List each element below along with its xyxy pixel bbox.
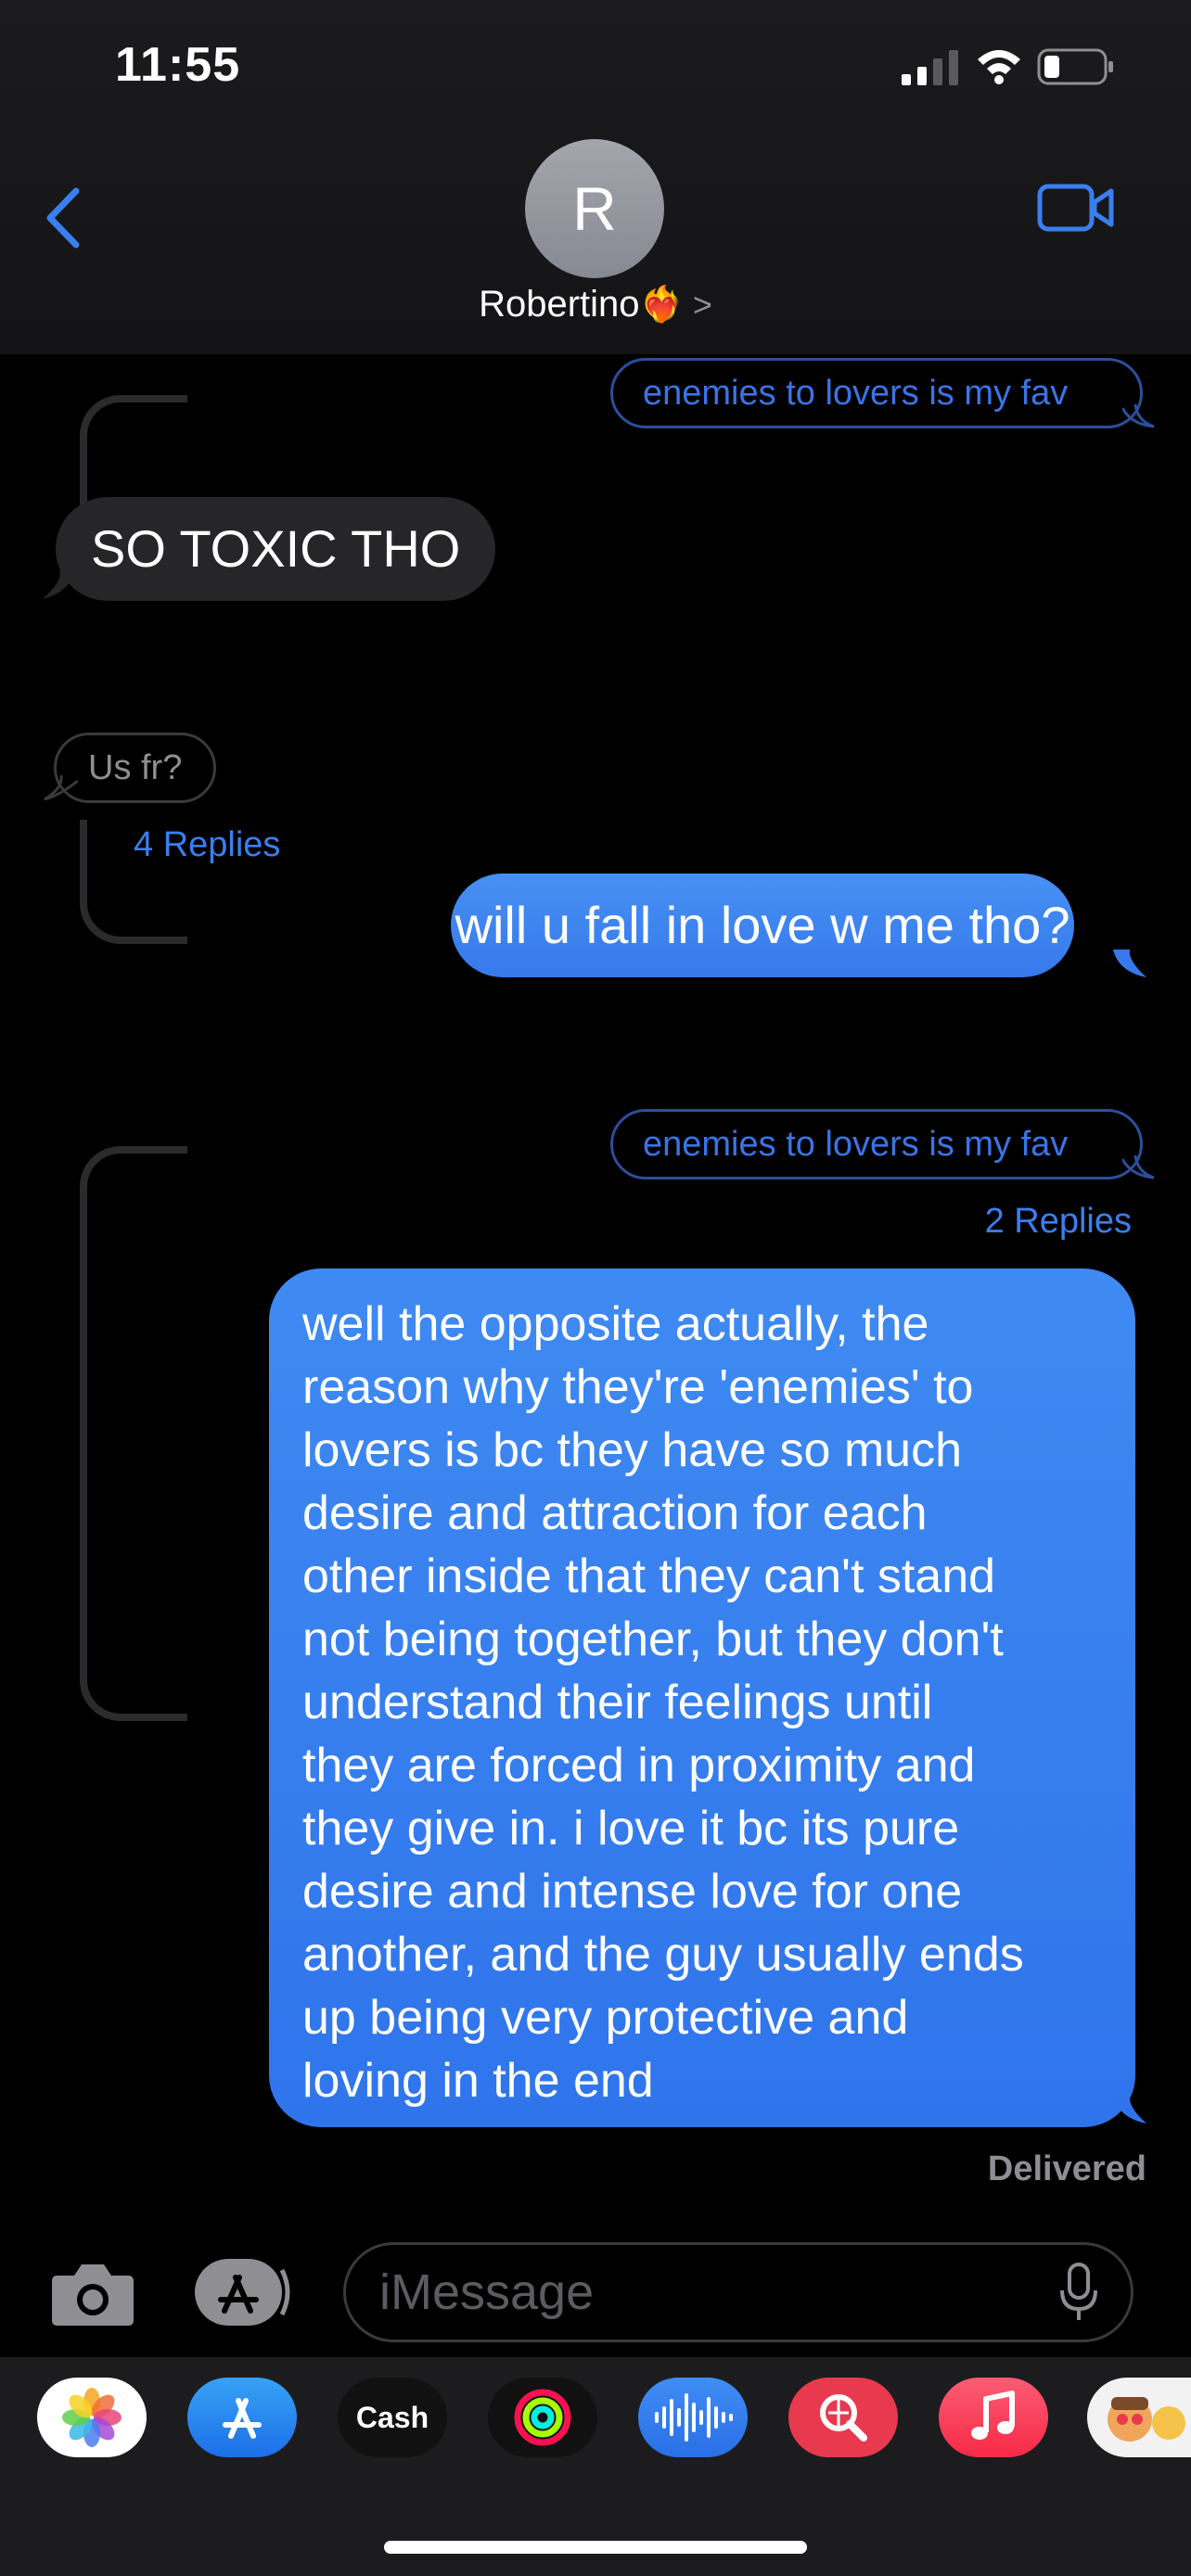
message-line: well the opposite actually, the (302, 1297, 929, 1351)
sent-message[interactable]: will u fall in love w me tho? (451, 874, 1074, 977)
microphone-icon[interactable] (1060, 2263, 1097, 2322)
image-search-icon[interactable] (788, 2378, 898, 2457)
apple-cash-icon[interactable]: Cash (338, 2378, 447, 2457)
replies-link[interactable]: 2 Replies (985, 1202, 1132, 1242)
chevron-right-icon: > (692, 286, 712, 324)
message-line: understand their feelings until (302, 1676, 933, 1729)
thread-connector (80, 395, 187, 504)
message-line: they are forced in proximity and (302, 1739, 976, 1792)
memoji-stickers-icon[interactable] (1087, 2378, 1191, 2457)
bubble-tail (43, 571, 76, 599)
app-store-icon[interactable] (187, 2378, 297, 2457)
bubble-tail (1122, 404, 1155, 428)
camera-icon[interactable] (50, 2259, 135, 2327)
wifi-icon (978, 50, 1020, 84)
message-line: another, and the guy usually ends (302, 1928, 1024, 1982)
app-store-apps-icon[interactable] (193, 2257, 295, 2327)
message-line: reason why they're 'enemies' to (302, 1360, 974, 1414)
thread-connector (80, 1146, 187, 1721)
contact-avatar[interactable]: R (525, 139, 664, 278)
photos-app-icon[interactable] (37, 2378, 147, 2457)
status-time: 11:55 (115, 38, 241, 92)
heart-on-fire-icon: ❤️‍🔥 (639, 286, 684, 325)
music-icon[interactable] (939, 2378, 1048, 2457)
input-placeholder: iMessage (379, 2264, 595, 2320)
home-indicator[interactable] (384, 2541, 807, 2554)
bubble-tail (1122, 1155, 1155, 1180)
facetime-video-icon[interactable] (1037, 182, 1115, 234)
battery-icon (1037, 48, 1113, 85)
bubble-tail (1113, 2096, 1146, 2123)
quoted-message[interactable]: enemies to lovers is my fav (610, 358, 1143, 428)
activity-icon[interactable] (488, 2378, 597, 2457)
received-thread-message[interactable]: Us fr? (54, 733, 217, 803)
message-line: desire and intense love for one (302, 1865, 963, 1919)
message-line: desire and attraction for each (302, 1486, 928, 1540)
contact-name-row[interactable]: Robertino❤️‍🔥 > (0, 284, 1191, 325)
replies-link[interactable]: 4 Replies (134, 825, 280, 865)
contact-name: Robertino (479, 284, 640, 325)
sent-long-message[interactable]: well the opposite actually, the reason w… (269, 1269, 1135, 2127)
received-message[interactable]: SO TOXIC THO (56, 497, 496, 601)
message-line: not being together, but they don't (302, 1613, 1004, 1666)
quoted-message[interactable]: enemies to lovers is my fav (610, 1109, 1143, 1180)
message-line: other inside that they can't stand (302, 1549, 996, 1603)
audio-message-icon[interactable] (638, 2378, 748, 2457)
cellular-signal-icon (902, 50, 958, 85)
message-line: lovers is bc they have so much (302, 1423, 962, 1477)
imessage-input[interactable]: iMessage (343, 2242, 1133, 2342)
message-line: up being very protective and (302, 1991, 909, 2045)
back-chevron-icon[interactable] (41, 185, 87, 250)
bubble-tail (1113, 950, 1146, 977)
message-line: loving in the end (302, 2054, 654, 2108)
delivered-status: Delivered (987, 2149, 1146, 2188)
avatar-initial: R (572, 174, 617, 243)
message-line: they give in. i love it bc its pure (302, 1802, 960, 1855)
bubble-tail (44, 775, 78, 801)
